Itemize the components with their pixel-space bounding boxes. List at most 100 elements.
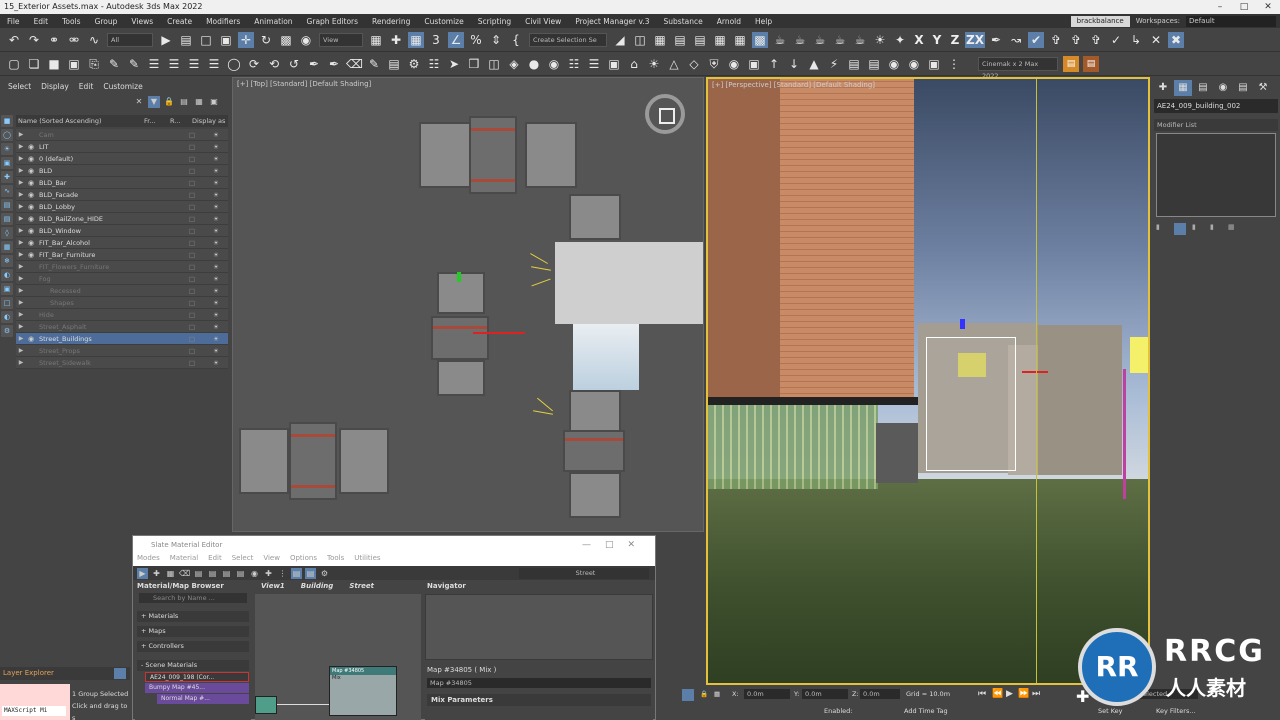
- display-tab-icon[interactable]: ▤: [1234, 80, 1252, 96]
- freeze-toggle-icon[interactable]: □: [180, 263, 204, 271]
- filter-invert-icon[interactable]: ◐: [1, 311, 13, 323]
- freeze-toggle-icon[interactable]: □: [180, 227, 204, 235]
- toggle-layer-explorer-icon[interactable]: ▤: [672, 32, 688, 48]
- filter-helpers-icon[interactable]: ✚: [1, 171, 13, 183]
- bind-space-warp-icon[interactable]: ∿: [86, 32, 102, 48]
- render-toggle-icon[interactable]: ☀: [204, 311, 228, 319]
- place-icon[interactable]: ◉: [298, 32, 314, 48]
- snaps-toggle-icon[interactable]: 3: [428, 32, 444, 48]
- group-controllers[interactable]: + Controllers: [137, 641, 249, 652]
- explorer-row[interactable]: ▶ ◉ BLD_Lobby □ ☀: [16, 201, 228, 213]
- scene-material-item[interactable]: AE24_009_198 (Cor...: [145, 672, 249, 682]
- menu-civil-view[interactable]: Civil View: [518, 17, 568, 26]
- rgb-icon[interactable]: ◉: [906, 56, 922, 72]
- lasso-tool-icon[interactable]: ✦: [892, 32, 908, 48]
- building-block[interactable]: [469, 116, 517, 194]
- layout-all-icon[interactable]: ▤: [221, 568, 232, 579]
- lock-icon[interactable]: 🔒: [163, 96, 175, 108]
- freeze-toggle-icon[interactable]: □: [180, 203, 204, 211]
- view-tab-building[interactable]: Building: [295, 582, 344, 594]
- go-to-start-icon[interactable]: ⏮: [978, 689, 986, 699]
- explorer-row[interactable]: ▶ Street_Sidewalk □ ☀: [16, 357, 228, 369]
- menu-rendering[interactable]: Rendering: [365, 17, 417, 26]
- render-iterative-icon[interactable]: ☕: [812, 32, 828, 48]
- render-toggle-icon[interactable]: ☀: [204, 347, 228, 355]
- arrow-down-icon[interactable]: ↓: [786, 56, 802, 72]
- column-display-as[interactable]: Display as: [190, 115, 226, 127]
- render-toggle-icon[interactable]: ☀: [204, 191, 228, 199]
- hair-brush-icon[interactable]: ✎: [106, 56, 122, 72]
- freeze-toggle-icon[interactable]: □: [180, 347, 204, 355]
- menu-help[interactable]: Help: [748, 17, 779, 26]
- selection-lock-toggle[interactable]: [682, 689, 694, 701]
- filter-containers-icon[interactable]: ▦: [1, 241, 13, 253]
- toggle-scene-explorer-icon[interactable]: ▦: [652, 32, 668, 48]
- freeze-toggle-icon[interactable]: □: [180, 179, 204, 187]
- freeze-toggle-icon[interactable]: □: [180, 311, 204, 319]
- freeze-toggle-icon[interactable]: □: [180, 359, 204, 367]
- add-time-tag-button[interactable]: Add Time Tag: [904, 707, 948, 715]
- node-view[interactable]: Map #34805 Mix: [255, 594, 421, 720]
- trash-icon[interactable]: ⌫: [346, 56, 363, 72]
- menu-tools[interactable]: Tools: [55, 17, 87, 26]
- gizmo-tool-icon[interactable]: ✞: [1048, 32, 1064, 48]
- expand-arrow-icon[interactable]: ▶: [16, 275, 26, 282]
- render-toggle-icon[interactable]: ☀: [204, 131, 228, 139]
- circle-select-icon[interactable]: ◯: [226, 56, 242, 72]
- expand-arrow-icon[interactable]: ▶: [16, 251, 26, 258]
- close-button[interactable]: ✕: [1256, 0, 1280, 14]
- box-icon[interactable]: ▢: [6, 56, 22, 72]
- render-toggle-icon[interactable]: ☀: [204, 335, 228, 343]
- split-icon[interactable]: ↳: [1128, 32, 1144, 48]
- column-name[interactable]: Name (Sorted Ascending): [16, 115, 142, 127]
- scene-map-item[interactable]: Normal Map #...: [157, 694, 249, 704]
- mat-menu-select[interactable]: Select: [232, 554, 264, 566]
- mat-menu-modes[interactable]: Modes: [137, 554, 170, 566]
- hierarchy-tab-icon[interactable]: ▤: [1194, 80, 1212, 96]
- toggle-icon[interactable]: ◉: [886, 56, 902, 72]
- spinner-snap-icon[interactable]: ⇕: [488, 32, 504, 48]
- material-map-browser-toggle-icon[interactable]: ▤: [291, 567, 302, 579]
- select-rotate-icon[interactable]: ↻: [258, 32, 274, 48]
- clone-tool-icon[interactable]: ✞: [1088, 32, 1104, 48]
- menu-scripting[interactable]: Scripting: [471, 17, 518, 26]
- zoom-extents-icon[interactable]: ◉: [249, 568, 260, 579]
- material-editor-icon[interactable]: ▦: [732, 32, 748, 48]
- building-block[interactable]: [239, 428, 289, 494]
- freeze-toggle-icon[interactable]: □: [180, 251, 204, 259]
- brick-building-front[interactable]: [780, 79, 914, 399]
- menu-customize[interactable]: Customize: [417, 17, 470, 26]
- building-block[interactable]: [525, 122, 577, 188]
- render-toggle-icon[interactable]: ☀: [204, 263, 228, 271]
- expand-arrow-icon[interactable]: ▶: [16, 299, 26, 306]
- array-tool-icon[interactable]: ✞: [1068, 32, 1084, 48]
- move-gizmo-y[interactable]: [457, 272, 461, 282]
- x-coordinate-field[interactable]: 0.0m: [744, 689, 790, 699]
- selection-filter-dropdown[interactable]: All: [107, 32, 153, 47]
- make-unique-icon[interactable]: ▮: [1192, 223, 1204, 235]
- column-renderable[interactable]: R...: [168, 115, 190, 127]
- view-tab-view1[interactable]: View1: [255, 582, 295, 594]
- substance-icon[interactable]: ▤: [1083, 55, 1099, 72]
- constrain-zx-button[interactable]: ZX: [965, 31, 985, 48]
- group-maps[interactable]: + Maps: [137, 626, 249, 637]
- house-icon[interactable]: ⌂: [626, 56, 642, 72]
- filter-all-icon[interactable]: ▣: [1, 283, 13, 295]
- attach-icon[interactable]: ⎘: [86, 56, 102, 72]
- top-viewport[interactable]: [+] [Top] [Standard] [Default Shading]: [232, 77, 704, 532]
- render-toggle-icon[interactable]: ☀: [204, 179, 228, 187]
- undo-icon[interactable]: ↶: [6, 32, 22, 48]
- select-move-icon[interactable]: ✛: [238, 31, 254, 48]
- expand-arrow-icon[interactable]: ▶: [16, 263, 26, 270]
- gear-icon[interactable]: ⚙: [406, 56, 422, 72]
- extend-icon[interactable]: ✖: [1168, 31, 1184, 48]
- expand-arrow-icon[interactable]: ▶: [16, 203, 26, 210]
- image-icon[interactable]: ▣: [606, 56, 622, 72]
- pivot-center-icon[interactable]: ▦: [368, 32, 384, 48]
- dots-icon[interactable]: ⋮: [946, 56, 962, 72]
- maxscript-mini-listener[interactable]: MAXScript Mi: [2, 706, 66, 716]
- visibility-eye-icon[interactable]: ◉: [26, 203, 36, 211]
- render-toggle-icon[interactable]: ☀: [204, 167, 228, 175]
- camera-preset-dropdown[interactable]: Cinemak x 2 Max 2022: [978, 56, 1058, 80]
- workspaces-dropdown[interactable]: Default: [1186, 15, 1276, 27]
